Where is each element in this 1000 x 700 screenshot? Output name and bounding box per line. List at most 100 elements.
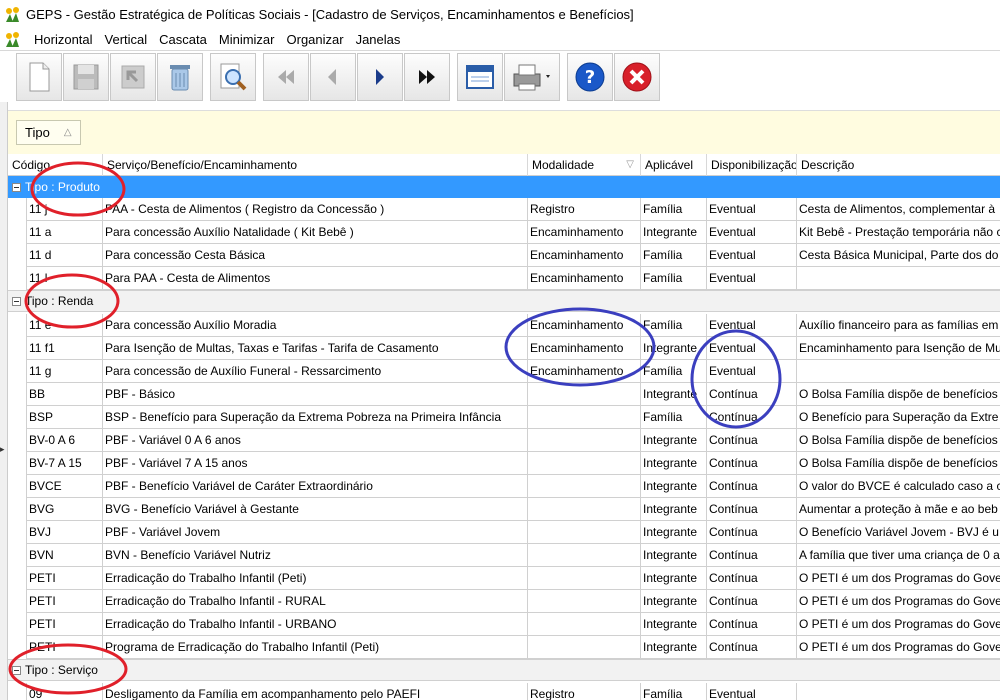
- column-header-servico[interactable]: Serviço/Benefício/Encaminhamento: [103, 154, 528, 176]
- table-row[interactable]: PETI Erradicação do Trabalho Infantil - U…: [26, 613, 1000, 636]
- cell-aplicavel: Integrante: [641, 383, 707, 406]
- group-row-label: Tipo : Serviço: [25, 663, 98, 677]
- table-row[interactable]: PETI Erradicação do Trabalho Infantil (Pe…: [26, 567, 1000, 590]
- cell-disponibilizacao: Contínua: [707, 590, 797, 613]
- table-row[interactable]: PETI Programa de Erradicação do Trabalho …: [26, 636, 1000, 659]
- group-row[interactable]: Tipo : Renda: [8, 290, 1000, 312]
- table-row[interactable]: BB PBF - Básico Integrante Contínua O Bolsa …: [26, 383, 1000, 406]
- window-button[interactable]: [457, 52, 503, 101]
- table-row[interactable]: 11 g Para concessão de Auxílio Funeral - …: [26, 360, 1000, 383]
- cell-codigo: BVJ: [26, 521, 103, 544]
- table-row[interactable]: 11 j PAA - Cesta de Alimentos ( Registro …: [26, 198, 1000, 221]
- cell-modalidade: Encaminhamento: [528, 314, 641, 337]
- save-button[interactable]: [63, 52, 109, 101]
- cell-disponibilizacao: Contínua: [707, 452, 797, 475]
- cell-servico: Para PAA - Cesta de Alimentos: [103, 267, 528, 290]
- cell-aplicavel: Família: [641, 360, 707, 383]
- table-row[interactable]: 09 Desligamento da Família em acompanhame…: [26, 683, 1000, 700]
- table-row[interactable]: BV-0 A 6 PBF - Variável 0 A 6 anos Integra…: [26, 429, 1000, 452]
- cell-modalidade: [528, 498, 641, 521]
- menu-vertical[interactable]: Vertical: [99, 32, 154, 47]
- cell-disponibilizacao: Contínua: [707, 567, 797, 590]
- new-button[interactable]: [16, 52, 62, 101]
- last-record-button[interactable]: [404, 52, 450, 101]
- cell-aplicavel: Integrante: [641, 544, 707, 567]
- save-icon: [73, 64, 99, 89]
- cell-aplicavel: Integrante: [641, 221, 707, 244]
- table-row[interactable]: PETI Erradicação do Trabalho Infantil - R…: [26, 590, 1000, 613]
- collapse-icon[interactable]: [12, 182, 21, 192]
- undo-button[interactable]: [110, 52, 156, 101]
- table-row[interactable]: BVN BVN - Benefício Variável Nutriz Integr…: [26, 544, 1000, 567]
- cell-disponibilizacao: Eventual: [707, 221, 797, 244]
- cell-aplicavel: Família: [641, 406, 707, 429]
- cell-codigo: BSP: [26, 406, 103, 429]
- menu-cascata[interactable]: Cascata: [153, 32, 213, 47]
- collapse-icon[interactable]: [12, 296, 21, 306]
- delete-button[interactable]: [157, 52, 203, 101]
- table-row[interactable]: 11 l Para PAA - Cesta de Alimentos Encamin…: [26, 267, 1000, 290]
- search-button[interactable]: [210, 52, 256, 101]
- table-row[interactable]: 11 a Para concessão Auxílio Natalidade ( …: [26, 221, 1000, 244]
- filter-icon[interactable]: ▽: [626, 154, 634, 176]
- column-header-modalidade[interactable]: Modalidade ▽: [528, 154, 641, 176]
- cell-modalidade: Registro: [528, 198, 641, 221]
- app-menu-icon[interactable]: [4, 30, 22, 48]
- column-header-disponibilizacao[interactable]: Disponibilização: [707, 154, 797, 176]
- column-header-descricao[interactable]: Descrição: [797, 154, 1000, 176]
- group-row[interactable]: Tipo : Serviço: [8, 659, 1000, 681]
- table-row[interactable]: BV-7 A 15 PBF - Variável 7 A 15 anos Integ…: [26, 452, 1000, 475]
- previous-record-button[interactable]: [310, 52, 356, 101]
- cell-modalidade: [528, 521, 641, 544]
- menu-janelas[interactable]: Janelas: [350, 32, 407, 47]
- help-icon: ?: [575, 62, 605, 91]
- cell-servico: Programa de Erradicação do Trabalho Infa…: [103, 636, 528, 659]
- close-icon: [622, 62, 652, 91]
- table-row[interactable]: BSP BSP - Benefício para Superação da Ext…: [26, 406, 1000, 429]
- next-record-button[interactable]: [357, 52, 403, 101]
- close-button[interactable]: [614, 52, 660, 101]
- cell-aplicavel: Integrante: [641, 429, 707, 452]
- menu-organizar[interactable]: Organizar: [281, 32, 350, 47]
- cell-servico: PBF - Variável 0 A 6 anos: [103, 429, 528, 452]
- search-icon: [220, 63, 247, 90]
- cell-servico: PAA - Cesta de Alimentos ( Registro da C…: [103, 198, 528, 221]
- help-button[interactable]: ?: [567, 52, 613, 101]
- cell-codigo: BVN: [26, 544, 103, 567]
- cell-aplicavel: Integrante: [641, 498, 707, 521]
- table-row[interactable]: 11 e Para concessão Auxílio Moradia Encami…: [26, 314, 1000, 337]
- group-row[interactable]: Tipo : Produto: [8, 176, 1000, 198]
- cell-aplicavel: Família: [641, 198, 707, 221]
- table-row[interactable]: 11 d Para concessão Cesta Básica Encaminha…: [26, 244, 1000, 267]
- menu-minimizar[interactable]: Minimizar: [213, 32, 281, 47]
- table-row[interactable]: 11 f1 Para Isenção de Multas, Taxas e Tar…: [26, 337, 1000, 360]
- cell-servico: BSP - Benefício para Superação da Extrem…: [103, 406, 528, 429]
- table-row[interactable]: BVJ PBF - Variável Jovem Integrante Contínu…: [26, 521, 1000, 544]
- cell-modalidade: [528, 406, 641, 429]
- menu-horizontal[interactable]: Horizontal: [28, 32, 99, 47]
- cell-disponibilizacao: Eventual: [707, 337, 797, 360]
- group-by-panel: Tipo △: [8, 110, 1000, 154]
- collapse-icon[interactable]: [12, 665, 21, 675]
- cell-disponibilizacao: Eventual: [707, 267, 797, 290]
- previous-record-icon: [328, 68, 336, 85]
- cell-descricao: Kit Bebê - Prestação temporária não c: [799, 225, 1000, 239]
- first-record-button[interactable]: [263, 52, 309, 101]
- splitter-arrow-icon[interactable]: ▸: [0, 444, 5, 455]
- cell-codigo: BVCE: [26, 475, 103, 498]
- sort-ascending-icon: △: [63, 127, 72, 138]
- print-button[interactable]: [504, 52, 560, 101]
- cell-servico: PBF - Variável Jovem: [103, 521, 528, 544]
- group-chip-tipo[interactable]: Tipo △: [16, 120, 81, 145]
- cell-servico: Para concessão de Auxílio Funeral - Ress…: [103, 360, 528, 383]
- column-header-codigo[interactable]: Código: [8, 154, 103, 176]
- table-row[interactable]: BVG BVG - Benefício Variável à Gestante In…: [26, 498, 1000, 521]
- table-row[interactable]: BVCE PBF - Benefício Variável de Caráter …: [26, 475, 1000, 498]
- cell-codigo: 11 f1: [26, 337, 103, 360]
- cell-modalidade: Encaminhamento: [528, 337, 641, 360]
- cell-disponibilizacao: Contínua: [707, 406, 797, 429]
- cell-servico: Para concessão Cesta Básica: [103, 244, 528, 267]
- cell-disponibilizacao: Eventual: [707, 683, 797, 700]
- column-header-aplicavel[interactable]: Aplicável: [641, 154, 707, 176]
- left-splitter[interactable]: ▸: [0, 102, 8, 700]
